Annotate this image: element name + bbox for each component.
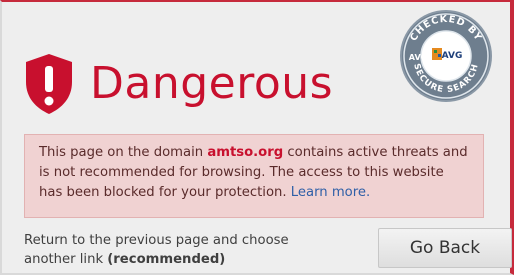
seal-logo-text: AVG [442, 51, 463, 61]
recommended-label: (recommended) [107, 252, 226, 267]
shield-exclamation-icon [26, 54, 72, 114]
page-title: Dangerous [90, 58, 334, 109]
return-instruction: Return to the previous page and choose a… [24, 231, 344, 269]
seal-side-text: AVG [409, 53, 427, 62]
avg-secure-search-seal: CHECKED BY SECURE SEARCH AVG AVG [400, 10, 492, 102]
alert-text-before: This page on the domain [39, 145, 208, 160]
learn-more-link[interactable]: Learn more. [291, 185, 370, 200]
warning-header: Dangerous [22, 44, 333, 124]
blocked-domain: amtso.org [207, 145, 284, 160]
go-back-button[interactable]: Go Back [378, 228, 512, 268]
warning-panel: Dangerous CHECKED BY SECURE SEARCH AVG A… [0, 0, 514, 275]
threat-alert-box: This page on the domain amtso.org contai… [24, 134, 484, 218]
